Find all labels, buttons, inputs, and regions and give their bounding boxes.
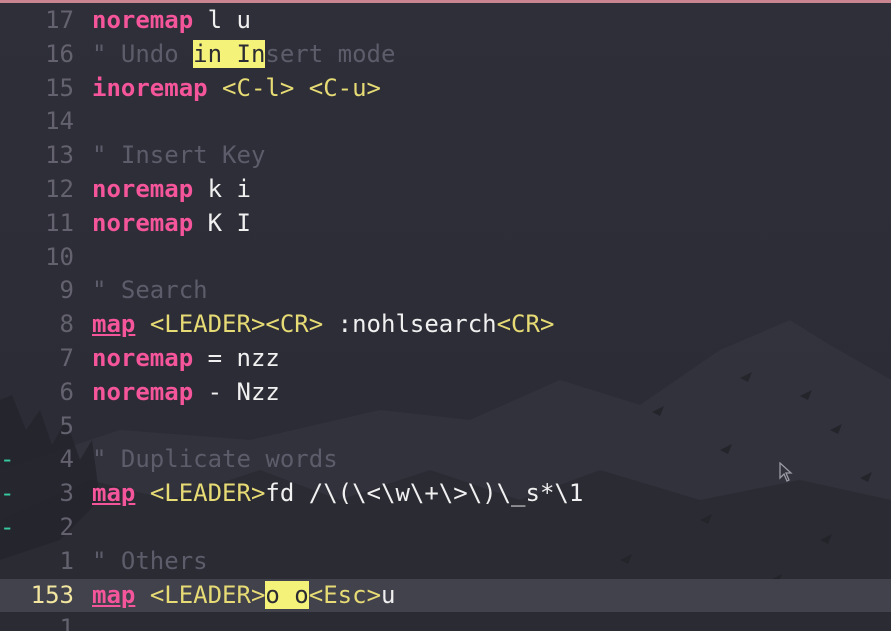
- editor-line[interactable]: - 3 map <LEADER>fd /\(\<\w\+\>\)\_s*\1: [0, 477, 891, 511]
- git-diff-sign: -: [0, 512, 15, 541]
- code-token: k i: [193, 174, 251, 203]
- editor-line[interactable]: 11 noremap K I: [0, 207, 891, 241]
- search-highlight: in In: [193, 39, 266, 68]
- keyword-token: noremap: [92, 208, 194, 237]
- line-number: 10: [45, 242, 74, 271]
- keyword-token: noremap: [92, 377, 194, 406]
- line-code[interactable]: map <LEADER><CR> :nohlsearch<CR>: [92, 308, 554, 342]
- comment-token: " Undo: [92, 39, 194, 68]
- editor-line[interactable]: - 4 " Duplicate words: [0, 443, 891, 477]
- line-number: 12: [45, 174, 74, 203]
- editor-line[interactable]: 12 noremap k i: [0, 173, 891, 207]
- line-number: 1: [59, 614, 74, 631]
- comment-token: " Search: [92, 276, 208, 305]
- line-number: 17: [45, 6, 74, 34]
- editor-line[interactable]: 1: [0, 612, 891, 631]
- code-token: l u: [193, 6, 251, 34]
- buffer-lines[interactable]: 17 noremap l u 16 " Undo in Insert mode 15 in…: [0, 4, 891, 631]
- code-token: u: [381, 580, 396, 609]
- line-number: 6: [59, 377, 74, 406]
- line-number: 14: [45, 107, 74, 136]
- editor-line[interactable]: 5: [0, 410, 891, 444]
- editor-line[interactable]: 1 " Others: [0, 545, 891, 579]
- line-code[interactable]: noremap - Nzz: [92, 376, 280, 410]
- line-number: 9: [59, 276, 74, 305]
- line-code[interactable]: " Insert Key: [92, 139, 265, 173]
- line-number: 1: [59, 546, 74, 575]
- keyword-token: noremap: [92, 6, 194, 34]
- editor-line[interactable]: 10: [0, 241, 891, 275]
- line-number: 15: [45, 73, 74, 102]
- line-code[interactable]: inoremap <C-l> <C-u>: [92, 72, 381, 106]
- keyword-token: map: [92, 580, 136, 609]
- comment-token: " Others: [92, 546, 208, 575]
- search-highlight: o o: [265, 580, 309, 609]
- editor-line[interactable]: 14: [0, 105, 891, 139]
- editor-line[interactable]: 8 map <LEADER><CR> :nohlsearch<CR>: [0, 308, 891, 342]
- editor-line[interactable]: 17 noremap l u: [0, 4, 891, 38]
- editor-line[interactable]: 15 inoremap <C-l> <C-u>: [0, 72, 891, 106]
- line-number: 13: [45, 141, 74, 170]
- comment-token: " Duplicate words: [92, 445, 338, 474]
- editor-line[interactable]: 7 noremap = nzz: [0, 342, 891, 376]
- line-number: 5: [59, 411, 74, 440]
- line-code[interactable]: noremap k i: [92, 173, 251, 207]
- line-number: 3: [59, 479, 74, 508]
- special-key-token: <C-u>: [308, 73, 381, 102]
- line-code[interactable]: noremap K I: [92, 207, 251, 241]
- special-key-token: <LEADER><CR>: [149, 310, 324, 339]
- line-code[interactable]: map <LEADER>fd /\(\<\w\+\>\)\_s*\1: [92, 477, 583, 511]
- keyword-token: map: [92, 310, 136, 339]
- code-token: K I: [193, 208, 251, 237]
- code-token: = nzz: [193, 343, 280, 372]
- line-number: 4: [59, 445, 74, 474]
- vim-editor[interactable]: 17 noremap l u 16 " Undo in Insert mode 15 in…: [0, 0, 891, 631]
- keyword-token: noremap: [92, 174, 194, 203]
- git-diff-sign: -: [0, 479, 15, 508]
- line-number: 2: [59, 512, 74, 541]
- keyword-token: inoremap: [92, 73, 208, 102]
- editor-line[interactable]: 9 " Search: [0, 274, 891, 308]
- keyword-token: map: [92, 479, 136, 508]
- line-code[interactable]: " Undo in Insert mode: [92, 38, 395, 72]
- editor-line[interactable]: 16 " Undo in Insert mode: [0, 38, 891, 72]
- special-key-token: <LEADER>: [149, 479, 266, 508]
- line-number: 7: [59, 343, 74, 372]
- comment-token: sert mode: [265, 39, 396, 68]
- line-number: 153: [30, 580, 74, 609]
- line-code[interactable]: map <LEADER>o o<Esc>u: [92, 579, 395, 613]
- editor-line[interactable]: 13 " Insert Key: [0, 139, 891, 173]
- line-code[interactable]: " Others: [92, 545, 208, 579]
- editor-line[interactable]: -2: [0, 511, 891, 545]
- line-code[interactable]: " Duplicate words: [92, 443, 338, 477]
- git-diff-sign: -: [0, 445, 15, 474]
- code-token: - Nzz: [193, 377, 280, 406]
- line-code[interactable]: noremap = nzz: [92, 342, 280, 376]
- code-token: :nohlsearch: [323, 310, 497, 339]
- line-code[interactable]: noremap l u: [92, 4, 251, 38]
- line-number: 8: [59, 310, 74, 339]
- special-key-token: <LEADER>: [149, 580, 266, 609]
- keyword-token: noremap: [92, 343, 194, 372]
- comment-token: " Insert Key: [92, 141, 266, 170]
- line-number: 16: [45, 39, 74, 68]
- special-key-token: <Esc>: [308, 580, 382, 609]
- line-code[interactable]: " Search: [92, 274, 208, 308]
- special-key-token: <C-l>: [222, 73, 295, 102]
- current-line[interactable]: 153 map <LEADER>o o<Esc>u: [0, 578, 891, 613]
- line-number: 11: [45, 208, 74, 237]
- special-key-token: <CR>: [496, 310, 555, 339]
- editor-line[interactable]: 6 noremap - Nzz: [0, 376, 891, 410]
- mouse-pointer-icon: [779, 462, 793, 482]
- code-token: fd /\(\<\w\+\>\)\_s*\1: [265, 479, 584, 508]
